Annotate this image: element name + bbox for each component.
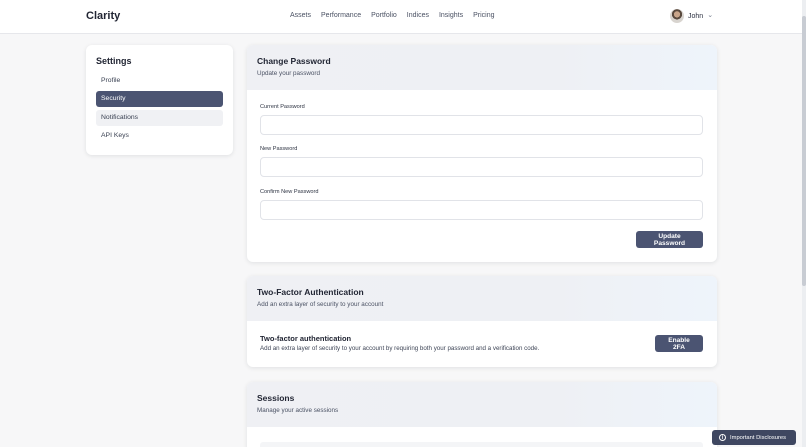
- info-icon: i: [719, 434, 726, 441]
- card-subtitle: Manage your active sessions: [257, 407, 339, 414]
- two-factor-row-title: Two-factor authentication: [260, 334, 352, 343]
- nav-item-insights[interactable]: Insights: [439, 12, 463, 19]
- update-password-button[interactable]: Update Password: [636, 231, 703, 248]
- current-password-label: Current Password: [260, 104, 305, 110]
- sidebar-title: Settings: [96, 56, 132, 66]
- scrollbar-thumb[interactable]: [802, 16, 806, 286]
- card-title: Two-Factor Authentication: [257, 287, 364, 297]
- avatar: [670, 9, 684, 23]
- chevron-down-icon: ⌄: [707, 12, 714, 19]
- main-nav: Assets Performance Portfolio Indices Ins…: [290, 12, 495, 19]
- card-header: Two-Factor Authentication Add an extra l…: [247, 276, 717, 321]
- nav-item-assets[interactable]: Assets: [290, 12, 311, 19]
- sidebar-item-security[interactable]: Security: [96, 91, 223, 107]
- enable-2fa-button[interactable]: Enable 2FA: [655, 335, 703, 352]
- brand-logo[interactable]: Clarity: [86, 10, 120, 22]
- nav-item-indices[interactable]: Indices: [407, 12, 429, 19]
- new-password-input[interactable]: [260, 157, 703, 177]
- top-navbar: Clarity Assets Performance Portfolio Ind…: [0, 0, 806, 34]
- nav-item-performance[interactable]: Performance: [321, 12, 361, 19]
- new-password-label: New Password: [260, 146, 298, 152]
- card-subtitle: Add an extra layer of security to your a…: [257, 301, 384, 308]
- sidebar-item-api-keys[interactable]: API Keys: [96, 128, 223, 144]
- nav-item-pricing[interactable]: Pricing: [473, 12, 494, 19]
- card-title: Sessions: [257, 393, 295, 403]
- two-factor-card: Two-Factor Authentication Add an extra l…: [247, 276, 717, 367]
- two-factor-row-description: Add an extra layer of security to your a…: [260, 345, 540, 352]
- nav-item-portfolio[interactable]: Portfolio: [371, 12, 397, 19]
- current-password-input[interactable]: [260, 115, 703, 135]
- session-row: [260, 442, 703, 447]
- settings-sidebar: Settings Profile Security Notifications …: [86, 45, 233, 155]
- sidebar-item-notifications[interactable]: Notifications: [96, 110, 223, 126]
- sidebar-item-profile[interactable]: Profile: [96, 73, 223, 89]
- user-menu[interactable]: John ⌄: [670, 9, 713, 23]
- confirm-password-input[interactable]: [260, 200, 703, 220]
- sessions-card: Sessions Manage your active sessions: [247, 382, 717, 447]
- card-subtitle: Update your password: [257, 70, 321, 77]
- card-header: Sessions Manage your active sessions: [247, 382, 717, 427]
- important-disclosures-button[interactable]: i Important Disclosures: [712, 430, 796, 445]
- disclosures-label: Important Disclosures: [730, 434, 787, 441]
- card-header: Change Password Update your password: [247, 45, 717, 90]
- change-password-card: Change Password Update your password Cur…: [247, 45, 717, 262]
- confirm-password-label: Confirm New Password: [260, 189, 319, 195]
- user-name: John: [688, 12, 704, 20]
- card-title: Change Password: [257, 56, 331, 66]
